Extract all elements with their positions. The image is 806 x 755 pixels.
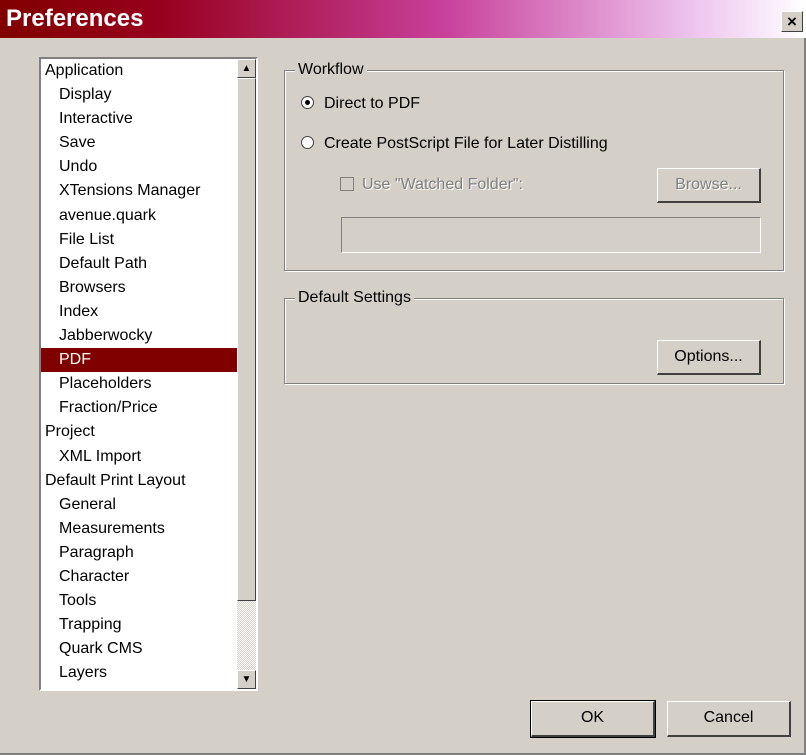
list-item[interactable]: XML Import <box>41 445 237 469</box>
scroll-thumb[interactable] <box>237 78 256 601</box>
list-item[interactable]: XTensions Manager <box>41 179 237 203</box>
workflow-group: Workflow Direct to PDF Create PostScript… <box>284 60 784 271</box>
radio-postscript-label: Create PostScript File for Later Distill… <box>324 135 608 152</box>
category-items: Application Display Interactive Save Undo XTe… <box>41 59 237 689</box>
window-title: Preferences <box>6 5 144 32</box>
list-item[interactable]: Placeholders <box>41 372 237 396</box>
list-item[interactable]: Fraction/Price <box>41 396 237 420</box>
options-button[interactable]: Options... <box>657 340 761 375</box>
watched-folder-path-field[interactable] <box>341 217 761 253</box>
list-scrollbar[interactable]: ▲ ▼ <box>237 59 256 689</box>
list-item[interactable]: Index <box>41 300 237 324</box>
list-item[interactable]: Quark CMS <box>41 637 237 661</box>
watched-folder-checkbox[interactable]: Use "Watched Folder": <box>340 175 523 195</box>
list-item[interactable]: Display <box>41 83 237 107</box>
default-settings-group: Default Settings Options... <box>284 288 784 384</box>
list-item[interactable]: Application <box>41 59 237 83</box>
list-item[interactable]: Measurements <box>41 517 237 541</box>
list-item[interactable]: Interactive <box>41 107 237 131</box>
list-item[interactable]: File List <box>41 228 237 252</box>
list-item[interactable]: avenue.quark <box>41 204 237 228</box>
list-item[interactable]: Browsers <box>41 276 237 300</box>
close-icon[interactable]: × <box>781 11 803 32</box>
list-item[interactable]: Default Path <box>41 252 237 276</box>
list-item[interactable]: Tools <box>41 589 237 613</box>
radio-direct-label: Direct to PDF <box>324 95 421 112</box>
radio-postscript-indicator[interactable] <box>301 136 314 149</box>
title-bar[interactable]: Preferences × <box>0 0 806 38</box>
preferences-dialog: Preferences × Application Display Interact… <box>0 0 806 755</box>
list-item[interactable]: Jabberwocky <box>41 324 237 348</box>
list-item[interactable]: Layers <box>41 661 237 685</box>
workflow-legend: Workflow <box>295 60 367 80</box>
radio-create-postscript[interactable]: Create PostScript File for Later Distill… <box>301 134 608 154</box>
list-item[interactable]: Undo <box>41 155 237 179</box>
default-settings-legend: Default Settings <box>295 288 414 308</box>
list-item[interactable]: Paragraph <box>41 541 237 565</box>
ok-button[interactable]: OK <box>530 700 656 738</box>
browse-button[interactable]: Browse... <box>657 168 761 203</box>
list-item[interactable]: PDF <box>41 348 237 373</box>
radio-direct-indicator[interactable] <box>301 96 314 109</box>
cancel-button[interactable]: Cancel <box>667 701 791 737</box>
list-item[interactable]: Default Web Layout <box>41 685 237 689</box>
list-item[interactable]: Save <box>41 131 237 155</box>
radio-direct-to-pdf[interactable]: Direct to PDF <box>301 94 420 114</box>
watched-folder-check-indicator[interactable] <box>340 177 354 191</box>
list-item[interactable]: Project <box>41 420 237 444</box>
scroll-up-arrow-icon[interactable]: ▲ <box>237 59 256 78</box>
list-item[interactable]: Default Print Layout <box>41 469 237 493</box>
list-item[interactable]: Trapping <box>41 613 237 637</box>
watched-folder-label: Use "Watched Folder": <box>362 176 524 193</box>
list-item[interactable]: General <box>41 493 237 517</box>
preferences-category-list[interactable]: Application Display Interactive Save Undo XTe… <box>39 57 258 691</box>
list-item[interactable]: Character <box>41 565 237 589</box>
scroll-down-arrow-icon[interactable]: ▼ <box>237 670 256 689</box>
